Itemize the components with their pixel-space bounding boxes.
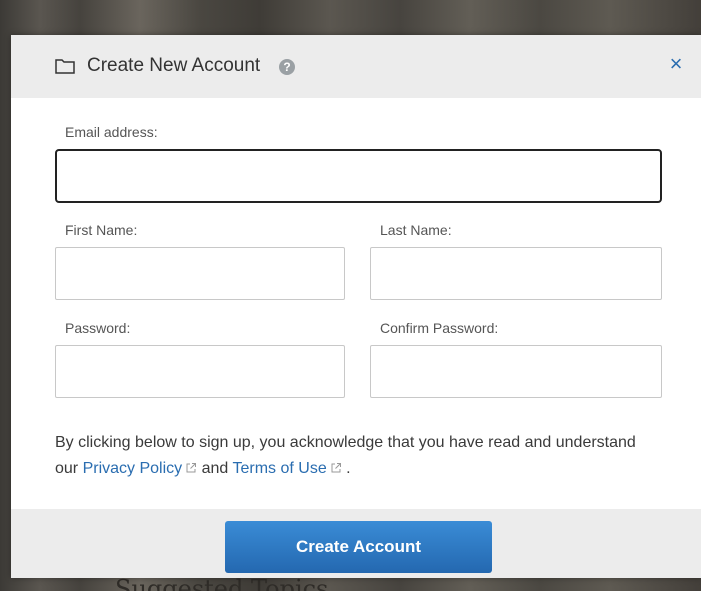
first-name-field[interactable] (55, 247, 345, 300)
last-name-label: Last Name: (380, 222, 452, 238)
dialog-header: Create New Account ? × (11, 35, 701, 98)
terms-of-use-label: Terms of Use (232, 460, 327, 477)
folder-icon (55, 59, 75, 74)
confirm-password-field[interactable] (370, 345, 662, 398)
dialog-title: Create New Account (87, 55, 261, 76)
acknowledgement-text: By clicking below to sign up, you acknow… (55, 430, 655, 482)
email-field[interactable] (55, 149, 662, 203)
create-account-button[interactable]: Create Account (225, 521, 492, 573)
create-account-dialog: Create New Account ? × Email address: Fi… (11, 35, 701, 578)
ack-text-between: and (201, 460, 229, 477)
confirm-password-label: Confirm Password: (380, 320, 499, 336)
dialog-footer: Create Account (11, 509, 701, 578)
external-link-icon (331, 463, 341, 473)
external-link-icon (186, 463, 197, 473)
first-name-label: First Name: (65, 222, 138, 238)
privacy-policy-label: Privacy Policy (82, 460, 183, 477)
help-icon[interactable]: ? (279, 59, 295, 75)
password-field[interactable] (55, 345, 345, 398)
ack-text-after: . (346, 460, 351, 477)
email-label: Email address: (65, 124, 158, 140)
close-button[interactable]: × (664, 49, 688, 79)
last-name-field[interactable] (370, 247, 662, 300)
password-label: Password: (65, 320, 131, 336)
privacy-policy-link[interactable]: Privacy Policy (83, 460, 198, 477)
terms-of-use-link[interactable]: Terms of Use (232, 460, 341, 477)
